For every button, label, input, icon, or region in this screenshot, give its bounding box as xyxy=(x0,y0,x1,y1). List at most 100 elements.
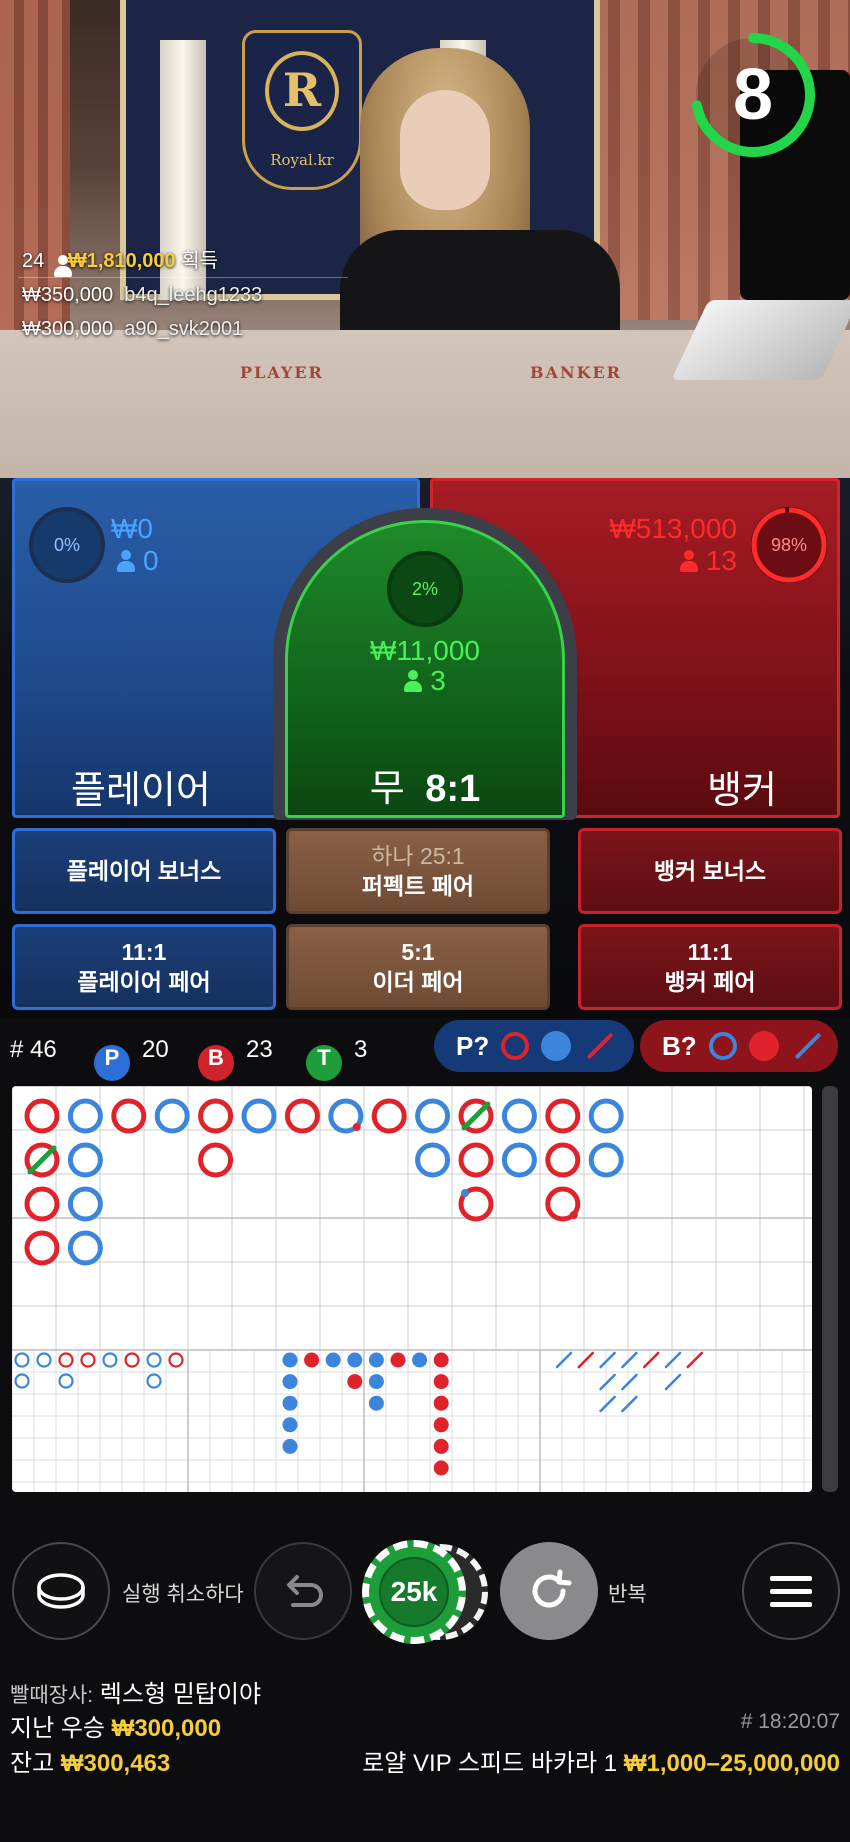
cockroach-mark xyxy=(621,1351,638,1369)
cockroach-mark xyxy=(621,1373,638,1391)
undo-last-button[interactable] xyxy=(254,1542,352,1640)
player-bet-amount: ₩0 xyxy=(111,513,153,544)
road-bead xyxy=(415,1098,451,1134)
balance-info: 잔고 ₩300,463 xyxy=(10,1743,170,1778)
perfect-pair-odds: 하나 25:1 xyxy=(371,843,465,869)
dealer-face xyxy=(400,90,490,210)
tie-mark xyxy=(27,1145,57,1175)
dealer-name: 렉스형 믿탑이야 xyxy=(99,1681,262,1708)
player-wins-stat: P 20 xyxy=(94,1036,169,1081)
small-road-mark xyxy=(433,1460,449,1476)
chip-stack-icon xyxy=(37,1573,85,1609)
road-bead xyxy=(154,1098,190,1134)
roadmap-scrollbar[interactable] xyxy=(822,1086,838,1492)
player-bettor-count: 0 xyxy=(117,545,159,577)
tie-count-value: 3 xyxy=(430,665,446,696)
pair-dot xyxy=(461,1189,469,1197)
cockroach-mark xyxy=(686,1351,704,1369)
cockroach-mark xyxy=(577,1351,595,1369)
small-road-mark xyxy=(433,1395,449,1411)
tie-label: 무 8:1 xyxy=(288,757,562,812)
banker-bet-amount: ₩513,000 xyxy=(609,513,737,544)
banker-pair-button[interactable]: 11:1 뱅커 페어 xyxy=(578,924,842,1010)
last-win-label: 지난 우승 xyxy=(10,1715,105,1742)
banker-percent: 98% xyxy=(770,534,808,555)
small-road-mark xyxy=(433,1417,449,1433)
banker-pair-label: 뱅커 페어 xyxy=(664,969,756,995)
road-bead xyxy=(545,1142,581,1178)
menu-button[interactable] xyxy=(742,1542,840,1640)
felt-player-label: PLAYER xyxy=(240,363,324,382)
big-eye-mark xyxy=(146,1373,162,1389)
tie-percent: 2% xyxy=(411,578,438,599)
road-bead xyxy=(67,1230,103,1266)
red-slash-icon xyxy=(586,1032,614,1060)
small-road-mark xyxy=(282,1438,298,1454)
banker-wins-stat: B 23 xyxy=(198,1036,273,1081)
blue-slash-icon xyxy=(794,1032,822,1060)
chip-selector[interactable]: 25k xyxy=(362,1540,466,1644)
banker-pair-odds: 11:1 xyxy=(687,939,733,965)
road-bead xyxy=(588,1142,624,1178)
road-bead xyxy=(284,1098,320,1134)
balance-amount: ₩300,463 xyxy=(60,1750,171,1777)
player-dot-icon: P xyxy=(94,1045,130,1081)
player-predict-button[interactable]: P? xyxy=(434,1020,634,1072)
tie-bet-spot[interactable]: 2% ₩11,000 3 무 8:1 xyxy=(285,520,565,818)
dealer-prefix: 빨때장사: xyxy=(10,1684,94,1707)
small-road-mark xyxy=(412,1352,428,1368)
banker-percent-ring: 98% xyxy=(751,507,827,583)
player-wins-count: 20 xyxy=(142,1036,169,1063)
dealer-info: 빨때장사: 렉스형 믿탑이야 xyxy=(10,1674,261,1709)
banker-wins-count: 23 xyxy=(246,1036,273,1063)
player-percent-ring: 0% xyxy=(29,507,105,583)
road-bead xyxy=(24,1230,60,1266)
small-road-mark xyxy=(347,1374,363,1390)
last-win-amount: ₩300,000 xyxy=(111,1715,222,1742)
road-bead xyxy=(111,1098,147,1134)
timer-value: 8 xyxy=(732,55,774,135)
banker-predict-button[interactable]: B? xyxy=(640,1020,838,1072)
banker-bettor-count: 13 xyxy=(679,545,737,577)
banker-bonus-button[interactable]: 뱅커 보너스 xyxy=(578,828,842,914)
big-eye-mark xyxy=(14,1352,30,1368)
banker-dot-icon: B xyxy=(198,1045,234,1081)
either-pair-label: 이더 페어 xyxy=(372,969,464,995)
round-value: 46 xyxy=(30,1036,57,1063)
road-bead xyxy=(67,1098,103,1134)
round-number: # 46 xyxy=(10,1036,57,1064)
repeat-button[interactable] xyxy=(500,1542,598,1640)
big-eye-mark xyxy=(36,1352,52,1368)
tie-bettor-count: 3 xyxy=(288,665,562,697)
winners-divider xyxy=(18,277,348,278)
felt-banker-label: BANKER xyxy=(530,363,622,382)
small-road-mark xyxy=(347,1352,363,1368)
tie-bet-amount: ₩11,000 xyxy=(370,635,480,666)
road-bead xyxy=(371,1098,407,1134)
winners-total: ₩1,810,000 xyxy=(67,250,176,272)
player-bonus-button[interactable]: 플레이어 보너스 xyxy=(12,828,276,914)
cockroach-mark xyxy=(664,1373,682,1391)
perfect-pair-button[interactable]: 하나 25:1 퍼펙트 페어 xyxy=(286,828,550,914)
banker-bonus-label: 뱅커 보너스 xyxy=(653,858,767,884)
last-win-info: 지난 우승 ₩300,000 xyxy=(10,1708,221,1743)
big-eye-mark xyxy=(124,1352,140,1368)
cockroach-mark xyxy=(555,1351,573,1369)
player-pair-button[interactable]: 11:1 플레이어 페어 xyxy=(12,924,276,1010)
player-count-value: 0 xyxy=(143,545,159,576)
small-road-mark xyxy=(304,1352,320,1368)
scoreboard-roadmap xyxy=(12,1086,812,1492)
roadmap-grid xyxy=(12,1086,812,1492)
small-road-mark xyxy=(433,1374,449,1390)
undo-button[interactable] xyxy=(12,1542,110,1640)
winner-amount: ₩350,000 xyxy=(22,284,114,306)
tie-mark xyxy=(461,1101,491,1131)
either-pair-button[interactable]: 5:1 이더 페어 xyxy=(286,924,550,1010)
winner-amount: ₩300,000 xyxy=(22,318,114,340)
cockroach-mark xyxy=(599,1395,616,1413)
player-pair-odds: 11:1 xyxy=(121,939,167,965)
undo-arrow-icon xyxy=(287,1575,323,1607)
small-road-mark xyxy=(433,1352,449,1368)
player-predict-label: P? xyxy=(456,1030,490,1061)
small-road-mark xyxy=(368,1395,384,1411)
